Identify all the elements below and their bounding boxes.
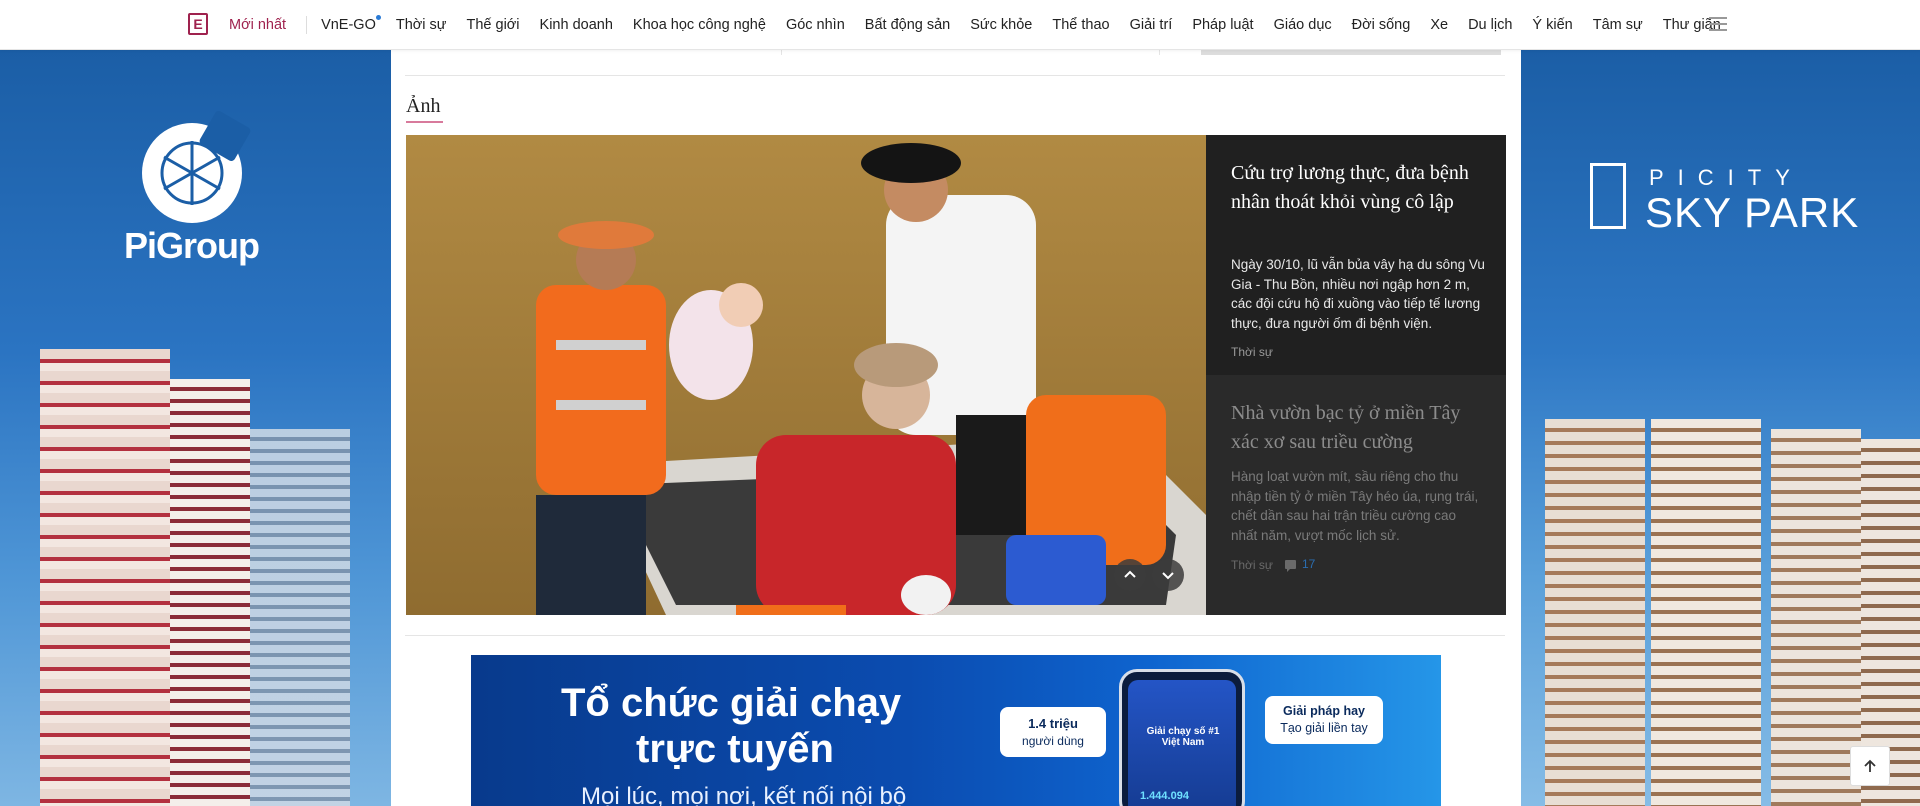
nav-item-y-kien[interactable]: Ý kiến — [1532, 17, 1572, 33]
nav-item-giai-tri[interactable]: Giải trí — [1130, 17, 1173, 33]
hamburger-menu-icon[interactable] — [1709, 17, 1727, 31]
picity-brand-text: PICITY — [1649, 165, 1804, 190]
story-list-panel: Cứu trợ lương thực, đưa bệnh nhân thoát … — [1206, 135, 1506, 615]
right-side-ad[interactable]: PICITY SKY PARK — [1521, 49, 1920, 806]
story-description: Hàng loạt vườn mít, sầu riêng cho thu nh… — [1231, 469, 1479, 543]
story-item[interactable]: Nhà vườn bạc tỷ ở miền Tây xác xơ sau tr… — [1206, 375, 1506, 615]
story-category[interactable]: Thời sự — [1231, 558, 1273, 572]
chip-big-text: Giải pháp hay — [1283, 704, 1365, 718]
banner-stat-chip: 1.4 triệu người dùng — [1000, 707, 1106, 757]
left-side-ad[interactable]: PiGroup — [0, 49, 391, 806]
back-to-top-button[interactable] — [1850, 746, 1890, 786]
chevron-up-icon — [1124, 570, 1136, 578]
nav-item-vne-go[interactable]: VnE-GO — [321, 14, 381, 33]
nav-item-the-gioi[interactable]: Thế giới — [467, 17, 520, 33]
carousel-down-button[interactable] — [1152, 559, 1184, 591]
skypark-brand-text: SKY PARK — [1645, 189, 1860, 236]
story-title[interactable]: Nhà vườn bạc tỷ ở miền Tây xác xơ sau tr… — [1231, 399, 1486, 457]
carousel-up-button[interactable] — [1114, 559, 1146, 591]
story-category[interactable]: Thời sự — [1231, 345, 1273, 359]
story-item-active[interactable]: Cứu trợ lương thực, đưa bệnh nhân thoát … — [1206, 135, 1506, 375]
arrow-up-icon — [1864, 759, 1876, 772]
category-menu: Mới nhất VnE-GO Thời sự Thế giới Kinh do… — [229, 0, 1741, 49]
comment-count: 17 — [1302, 557, 1316, 571]
banner-subline: Mọi lúc, mọi nơi, kết nối nội bộ — [581, 783, 907, 806]
top-navigation: E Mới nhất VnE-GO Thời sự Thế giới Kinh … — [0, 0, 1920, 50]
banner-headline: Tổ chức giải chạy — [561, 681, 902, 725]
building-illustration — [1771, 429, 1861, 806]
flood-rescue-photo — [406, 135, 1206, 615]
section-divider — [405, 75, 1505, 76]
featured-photo[interactable] — [406, 135, 1206, 615]
phone-screen-text: Giải chạy số #1 Việt Nam — [1146, 726, 1220, 748]
chip-big-text: 1.4 triệu — [1028, 716, 1078, 731]
nav-item-phap-luat[interactable]: Pháp luật — [1192, 17, 1253, 33]
comment-icon — [1285, 559, 1296, 572]
section-title-underline — [406, 121, 443, 123]
chip-small-text: người dùng — [1022, 734, 1084, 748]
nav-item-moi-nhat[interactable]: Mới nhất — [229, 17, 286, 33]
building-illustration — [40, 349, 170, 806]
picity-logo-icon — [1590, 163, 1626, 229]
nav-item-bat-dong-san[interactable]: Bất động sản — [865, 17, 950, 33]
nav-item-thoi-su[interactable]: Thời sự — [396, 17, 447, 33]
story-title[interactable]: Cứu trợ lương thực, đưa bệnh nhân thoát … — [1231, 159, 1486, 217]
banner-headline: trực tuyến — [636, 727, 834, 771]
nav-item-khoa-hoc-cong-nghe[interactable]: Khoa học công nghệ — [633, 17, 766, 33]
phone-mockup: Giải chạy số #1 Việt Nam 1.444.094 — [1119, 669, 1245, 806]
nav-item-giao-duc[interactable]: Giáo dục — [1274, 17, 1332, 33]
nav-item-tam-su[interactable]: Tâm sự — [1593, 17, 1643, 33]
nav-item-doi-song[interactable]: Đời sống — [1352, 17, 1411, 33]
story-description: Ngày 30/10, lũ vẫn bủa vây hạ du sông Vu… — [1231, 257, 1485, 331]
building-illustration — [1545, 419, 1645, 806]
pigroup-brand-text: PiGroup — [124, 225, 260, 266]
building-illustration — [1651, 419, 1761, 806]
nav-item-goc-nhin[interactable]: Góc nhìn — [786, 17, 845, 33]
compass-star-icon — [160, 141, 224, 205]
nav-item-du-lich[interactable]: Du lịch — [1468, 17, 1512, 33]
photo-carousel: Cứu trợ lương thực, đưa bệnh nhân thoát … — [406, 135, 1506, 615]
chevron-down-icon — [1162, 572, 1174, 580]
nav-item-kinh-doanh[interactable]: Kinh doanh — [540, 17, 613, 33]
building-illustration — [250, 429, 350, 806]
building-illustration — [170, 379, 250, 806]
nav-item-label: VnE-GO — [321, 16, 376, 33]
advertisement-banner[interactable]: Tổ chức giải chạy trực tuyến Mọi lúc, mọ… — [471, 655, 1441, 806]
banner-feature-chip: Giải pháp hay Tạo giải liền tay — [1265, 696, 1383, 744]
nav-item-suc-khoe[interactable]: Sức khỏe — [970, 17, 1032, 33]
main-content: Ảnh Cứu trợ lương thực, đưa bệnh nhân th… — [391, 49, 1521, 806]
chip-small-text: Tạo giải liền tay — [1280, 721, 1368, 735]
previous-section-bottom — [405, 49, 1505, 75]
new-badge-dot — [375, 14, 381, 20]
comment-count-link[interactable]: 17 — [1285, 557, 1316, 572]
nav-separator — [306, 15, 308, 34]
section-divider — [405, 635, 1505, 636]
nav-item-xe[interactable]: Xe — [1430, 17, 1448, 33]
nav-item-the-thao[interactable]: Thể thao — [1052, 17, 1109, 33]
section-title-anh[interactable]: Ảnh — [406, 95, 440, 118]
vnexpress-logo-icon[interactable]: E — [188, 13, 208, 35]
phone-screen-number: 1.444.094 — [1140, 790, 1189, 802]
